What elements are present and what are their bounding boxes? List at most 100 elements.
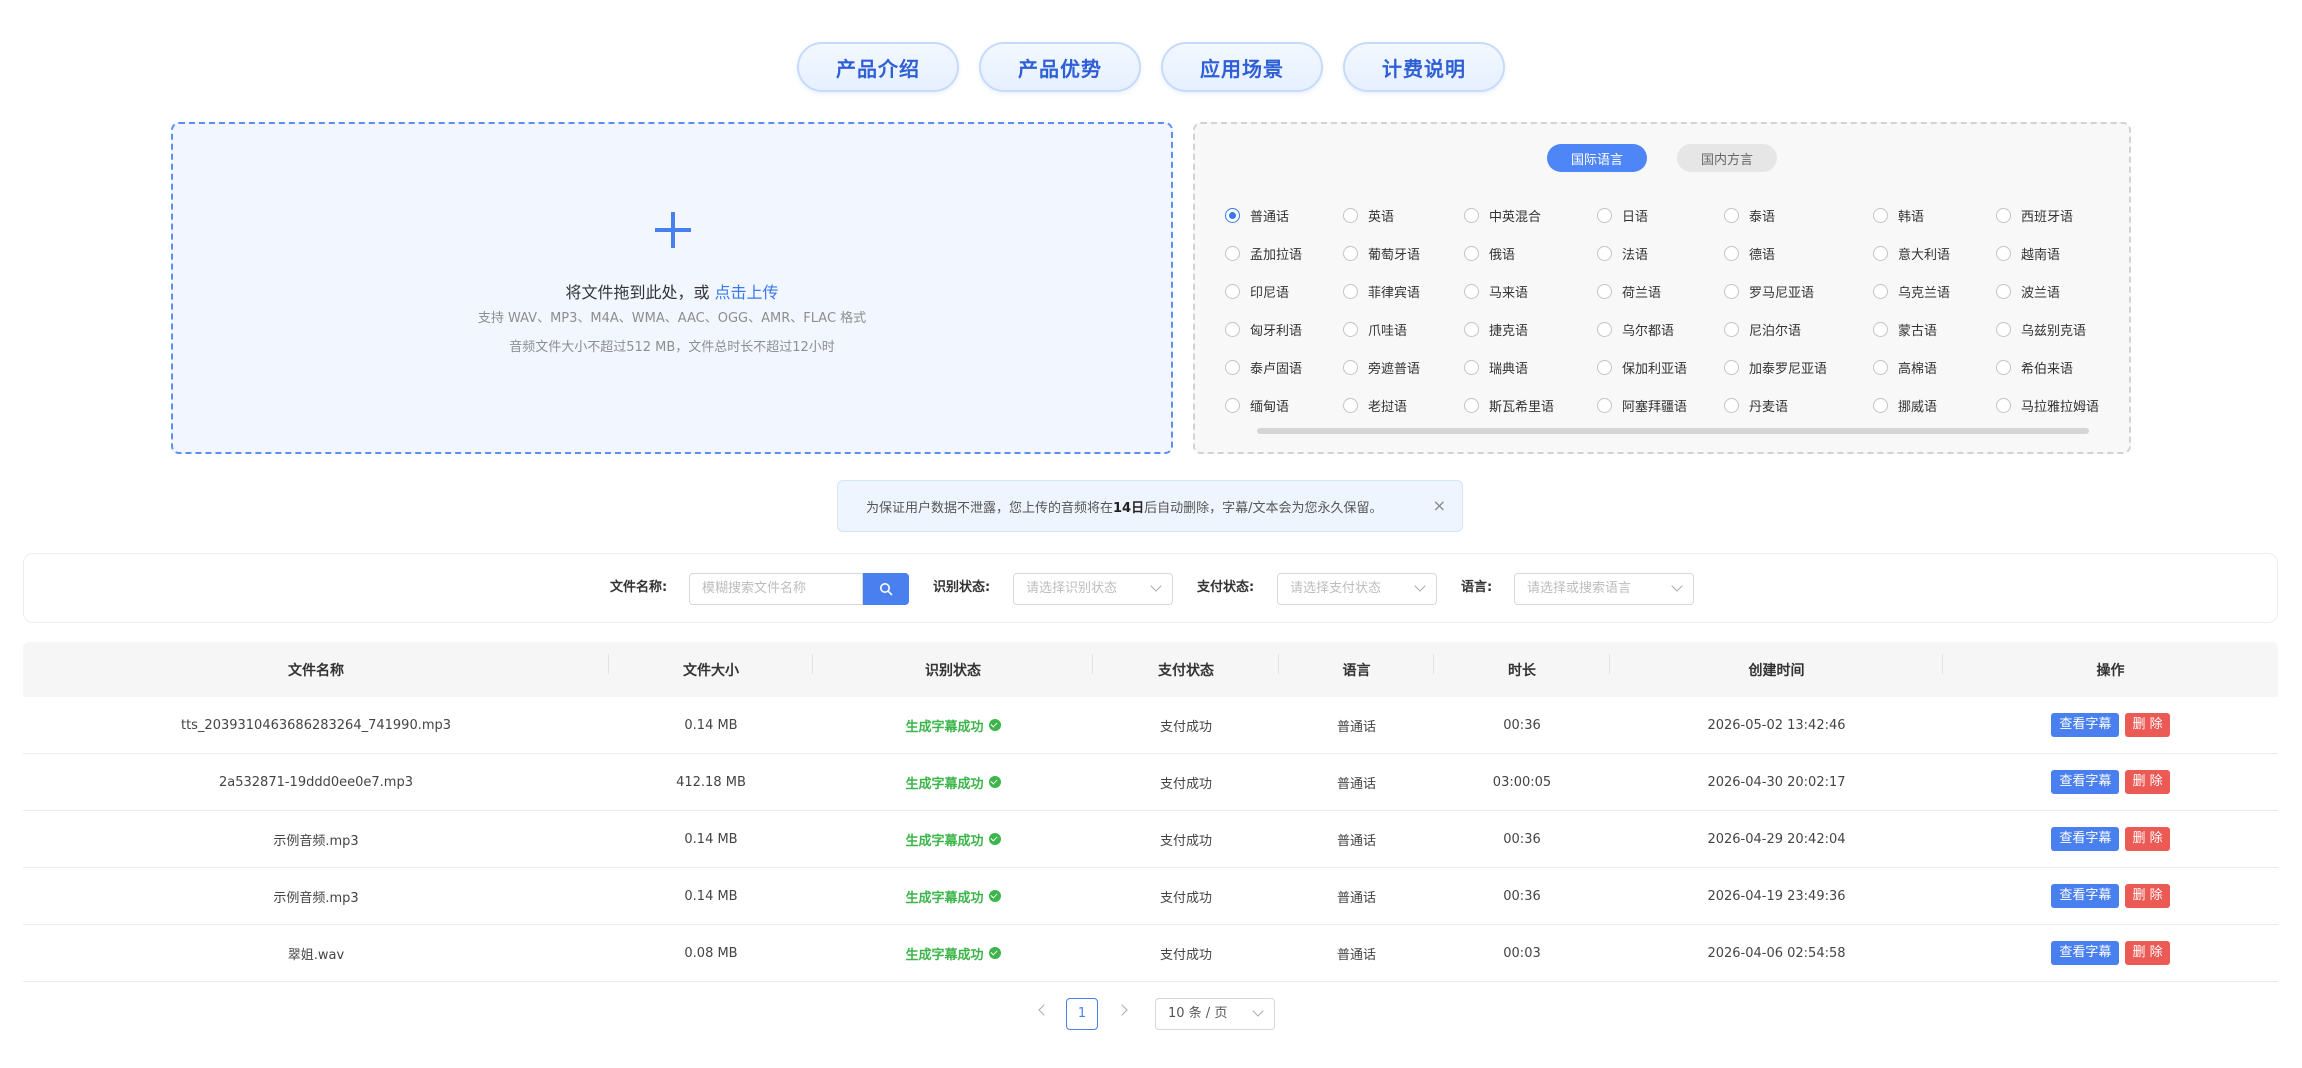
notice-highlight: 14日	[1113, 500, 1145, 516]
language-option[interactable]: 蒙古语	[1873, 318, 1996, 340]
close-icon[interactable]: ×	[1433, 496, 1446, 515]
recognition-status-select[interactable]: 请选择识别状态	[1013, 573, 1173, 605]
language-option[interactable]: 意大利语	[1873, 242, 1996, 264]
language-option-label: 俄语	[1489, 247, 1516, 263]
language-option[interactable]: 法语	[1597, 242, 1724, 264]
chevron-left-icon[interactable]	[1038, 1004, 1050, 1016]
tab-pricing[interactable]: 计费说明	[1343, 42, 1505, 92]
payment-status-select[interactable]: 请选择支付状态	[1277, 573, 1437, 605]
upload-drag-text: 将文件拖到此处，或	[565, 283, 715, 302]
language-option[interactable]: 泰卢固语	[1225, 356, 1343, 378]
delete-button[interactable]: 删 除	[2125, 941, 2170, 965]
language-option[interactable]: 希伯来语	[1996, 356, 2125, 378]
language-option[interactable]: 越南语	[1996, 242, 2125, 264]
language-option[interactable]: 俄语	[1464, 242, 1597, 264]
payment-status-label: 支付状态:	[1197, 580, 1255, 595]
cell-file-name: 2a532871-19ddd0ee0e7.mp3	[219, 774, 413, 790]
delete-button[interactable]: 删 除	[2125, 713, 2170, 737]
view-subtitles-button[interactable]: 查看字幕	[2051, 713, 2120, 737]
language-option[interactable]: 匈牙利语	[1225, 318, 1343, 340]
language-option[interactable]: 乌兹别克语	[1996, 318, 2125, 340]
language-option[interactable]: 菲律宾语	[1343, 280, 1464, 302]
language-option[interactable]: 斯瓦希里语	[1464, 394, 1597, 416]
language-option[interactable]: 马拉雅拉姆语	[1996, 394, 2125, 416]
language-option-label: 缅甸语	[1250, 399, 1290, 415]
language-option[interactable]: 捷克语	[1464, 318, 1597, 340]
delete-button[interactable]: 删 除	[2125, 884, 2170, 908]
language-option[interactable]: 波兰语	[1996, 280, 2125, 302]
delete-button[interactable]: 删 除	[2125, 827, 2170, 851]
language-option[interactable]: 泰语	[1724, 204, 1873, 226]
language-option[interactable]: 高棉语	[1873, 356, 1996, 378]
language-option[interactable]: 西班牙语	[1996, 204, 2125, 226]
radio-icon	[1724, 245, 1739, 261]
language-option[interactable]: 普通话	[1225, 204, 1343, 226]
language-option[interactable]: 老挝语	[1343, 394, 1464, 416]
upload-click-link[interactable]: 点击上传	[715, 283, 779, 302]
delete-button[interactable]: 删 除	[2125, 770, 2170, 794]
view-subtitles-button[interactable]: 查看字幕	[2051, 827, 2120, 851]
file-name-search-input[interactable]: 模糊搜索文件名称	[689, 573, 863, 605]
language-option[interactable]: 缅甸语	[1225, 394, 1343, 416]
search-button[interactable]	[863, 573, 909, 605]
language-option[interactable]: 丹麦语	[1724, 394, 1873, 416]
tab-product-advantages[interactable]: 产品优势	[979, 42, 1141, 92]
language-option[interactable]: 日语	[1597, 204, 1724, 226]
cell-file-size: 0.14 MB	[684, 717, 738, 733]
language-option[interactable]: 加泰罗尼亚语	[1724, 356, 1873, 378]
language-option[interactable]: 葡萄牙语	[1343, 242, 1464, 264]
language-option-label: 日语	[1622, 209, 1649, 225]
language-option[interactable]: 挪威语	[1873, 394, 1996, 416]
upload-dropzone[interactable]: 将文件拖到此处，或 点击上传 支持 WAV、MP3、M4A、WMA、AAC、OG…	[171, 122, 1173, 454]
language-option[interactable]: 阿塞拜疆语	[1597, 394, 1724, 416]
cell-language: 普通话	[1336, 890, 1376, 906]
header-duration: 时长	[1434, 653, 1610, 680]
status-badge: 生成字幕成功	[905, 944, 1001, 963]
tab-international-languages[interactable]: 国际语言	[1546, 144, 1647, 172]
language-option-label: 泰语	[1749, 209, 1776, 225]
tab-domestic-dialects[interactable]: 国内方言	[1677, 144, 1778, 172]
language-panel: 国际语言 国内方言 普通话 英语 中英混合 日语 泰语 韩语 西班牙语孟加拉语 葡萄牙语 俄语 法…	[1193, 122, 2131, 454]
language-option[interactable]: 乌克兰语	[1873, 280, 1996, 302]
language-option[interactable]: 保加利亚语	[1597, 356, 1724, 378]
language-option[interactable]: 马来语	[1464, 280, 1597, 302]
radio-icon	[1873, 321, 1888, 337]
language-option[interactable]: 德语	[1724, 242, 1873, 264]
radio-icon	[1597, 397, 1612, 413]
cell-file-size: 0.14 MB	[684, 831, 738, 847]
view-subtitles-button[interactable]: 查看字幕	[2051, 884, 2120, 908]
language-option[interactable]: 英语	[1343, 204, 1464, 226]
radio-icon	[1464, 359, 1479, 375]
radio-icon	[1996, 359, 2011, 375]
language-option[interactable]: 印尼语	[1225, 280, 1343, 302]
chevron-right-icon[interactable]	[1116, 1004, 1128, 1016]
view-subtitles-button[interactable]: 查看字幕	[2051, 941, 2120, 965]
language-option[interactable]: 孟加拉语	[1225, 242, 1343, 264]
language-option[interactable]: 中英混合	[1464, 204, 1597, 226]
cell-duration: 00:36	[1503, 888, 1541, 904]
language-option[interactable]: 荷兰语	[1597, 280, 1724, 302]
view-subtitles-button[interactable]: 查看字幕	[2051, 770, 2120, 794]
language-option[interactable]: 旁遮普语	[1343, 356, 1464, 378]
tab-product-intro[interactable]: 产品介绍	[797, 42, 959, 92]
radio-icon	[1597, 321, 1612, 337]
language-option[interactable]: 韩语	[1873, 204, 1996, 226]
language-option-label: 罗马尼亚语	[1749, 285, 1815, 301]
tab-use-cases[interactable]: 应用场景	[1161, 42, 1323, 92]
language-option[interactable]: 尼泊尔语	[1724, 318, 1873, 340]
language-option[interactable]: 瑞典语	[1464, 356, 1597, 378]
radio-icon	[1343, 359, 1358, 375]
radio-icon	[1464, 207, 1479, 223]
cell-actions: 查看字幕删 除	[1943, 884, 2278, 908]
language-option[interactable]: 罗马尼亚语	[1724, 280, 1873, 302]
page-number-current[interactable]: 1	[1066, 998, 1098, 1030]
language-option-label: 葡萄牙语	[1368, 247, 1421, 263]
radio-icon	[1343, 283, 1358, 299]
language-option[interactable]: 乌尔都语	[1597, 318, 1724, 340]
language-select[interactable]: 请选择或搜索语言	[1514, 573, 1694, 605]
language-option[interactable]: 爪哇语	[1343, 318, 1464, 340]
page-size-select[interactable]: 10 条 / 页	[1155, 998, 1275, 1030]
language-scrollbar[interactable]	[1257, 428, 2089, 434]
cell-language: 普通话	[1336, 947, 1376, 963]
language-options: 普通话 英语 中英混合 日语 泰语 韩语 西班牙语孟加拉语 葡萄牙语 俄语 法语 德语 意大利语 越南语…	[1225, 204, 2125, 416]
